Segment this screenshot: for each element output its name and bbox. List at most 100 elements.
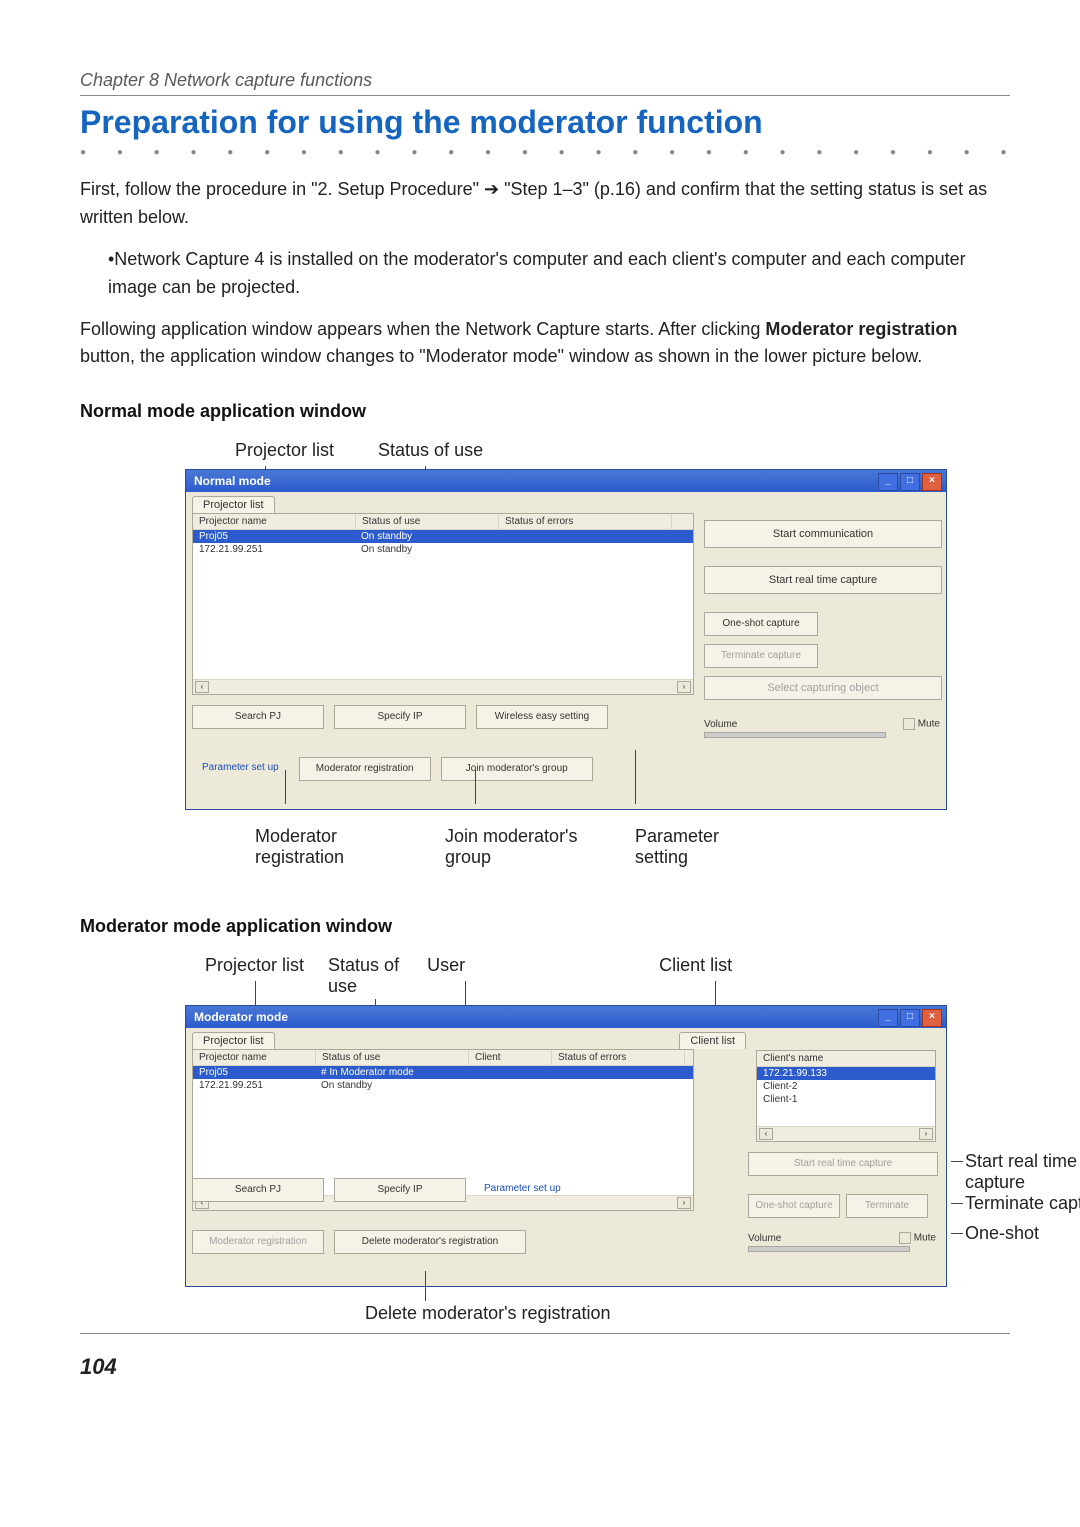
callout-start-real-time-capture: Start real time capture [965,1151,1077,1193]
col-status-of-errors[interactable]: Status of errors [499,514,672,529]
volume-label: Volume [704,719,737,730]
close-icon[interactable]: × [922,473,942,491]
callout-client-list: Client list [659,955,732,997]
col-projector-name[interactable]: Projector name [193,1050,316,1065]
list-item[interactable]: Client-1 [757,1093,935,1106]
paragraph-2-bold: Moderator registration [765,319,957,339]
scroll-right-icon[interactable]: › [919,1128,933,1140]
list-item[interactable]: 172.21.99.133 [757,1067,935,1080]
tab-client-list[interactable]: Client list [679,1032,746,1049]
callout-projector-list: Projector list [235,440,334,461]
cell-name: Proj05 [193,1066,315,1079]
cell-status: On standby [355,530,497,543]
client-list-pane: Client's name 172.21.99.133 Client-2 Cli… [756,1050,936,1142]
volume-slider[interactable] [704,732,886,738]
cell-status: On standby [355,543,497,556]
one-shot-capture-button[interactable]: One-shot capture [704,612,818,636]
volume-slider[interactable] [748,1246,910,1252]
mute-label: Mute [914,1233,936,1244]
search-pj-button[interactable]: Search PJ [192,1178,324,1202]
callout-status-of-use: Status of use [378,440,483,461]
col-projector-name[interactable]: Projector name [193,514,356,529]
start-real-time-capture-button[interactable]: Start real time capture [748,1152,938,1176]
cell-status: On standby [315,1079,507,1092]
projector-table-header: Projector name Status of use Status of e… [193,514,693,530]
window-title: Moderator mode [194,1010,288,1024]
col-client[interactable]: Client [469,1050,552,1065]
tab-projector-list[interactable]: Projector list [192,1032,275,1049]
callout-parameter-setting: Parameter setting [635,826,719,868]
moderator-mode-window: Moderator mode _ □ × Projector list Proj… [185,1005,947,1287]
paragraph-2: Following application window appears whe… [80,316,1010,372]
mute-checkbox[interactable] [903,718,915,730]
mute-label: Mute [918,719,940,730]
wireless-easy-setting-button[interactable]: Wireless easy setting [476,705,608,729]
table-row[interactable]: Proj05 On standby [193,530,693,543]
callout-delete-moderator-registration: Delete moderator's registration [365,1303,611,1324]
window-title: Normal mode [194,474,271,488]
page-number: 104 [80,1354,1010,1380]
maximize-icon[interactable]: □ [900,1009,920,1027]
callout-one-shot: One-shot [965,1223,1039,1244]
terminate-button[interactable]: Terminate [846,1194,928,1218]
rule-top [80,95,1010,96]
window-titlebar[interactable]: Normal mode _ □ × [186,470,946,492]
table-row[interactable]: Proj05 # In Moderator mode [193,1066,693,1079]
close-icon[interactable]: × [922,1009,942,1027]
col-status-of-use[interactable]: Status of use [356,514,499,529]
chapter-title: Chapter 8 Network capture functions [80,70,1010,91]
minimize-icon[interactable]: _ [878,1009,898,1027]
moderator-window-figure: Projector list Status of use User Client… [135,955,955,1323]
moderator-registration-button: Moderator registration [192,1230,324,1254]
start-real-time-capture-button[interactable]: Start real time capture [704,566,942,594]
window-titlebar[interactable]: Moderator mode _ □ × [186,1006,946,1028]
scroll-left-icon[interactable]: ‹ [759,1128,773,1140]
subhead-normal: Normal mode application window [80,401,1010,422]
minimize-icon[interactable]: _ [878,473,898,491]
table-row[interactable]: 172.21.99.251 On standby [193,1079,693,1092]
search-pj-button[interactable]: Search PJ [192,705,324,729]
moderator-registration-button[interactable]: Moderator registration [299,757,431,781]
cell-status: # In Moderator mode [315,1066,507,1079]
select-capturing-object-button[interactable]: Select capturing object [704,676,942,700]
cell-name: Proj05 [193,530,355,543]
parameter-set-up-link[interactable]: Parameter set up [192,757,289,779]
normal-window-figure: Projector list Status of use Normal mode… [135,440,955,876]
callout-moderator-registration: Moderator registration [255,826,344,868]
callout-status-of-use: Status of use [328,955,399,997]
scroll-right-icon[interactable]: › [677,681,691,693]
col-status-of-use[interactable]: Status of use [316,1050,469,1065]
scroll-left-icon[interactable]: ‹ [195,681,209,693]
join-moderator-group-button[interactable]: Join moderator's group [441,757,593,781]
specify-ip-button[interactable]: Specify IP [334,1178,466,1202]
cell-name: 172.21.99.251 [193,543,355,556]
one-shot-capture-button[interactable]: One-shot capture [748,1194,840,1218]
leader-line [285,770,286,804]
cell-name: 172.21.99.251 [193,1079,315,1092]
table-row[interactable]: 172.21.99.251 On standby [193,543,693,556]
decorative-dots: ● ● ● ● ● ● ● ● ● ● ● ● ● ● ● ● ● ● ● ● … [80,147,1010,158]
parameter-set-up-link[interactable]: Parameter set up [476,1178,569,1200]
callout-join-moderator-group: Join moderator's group [445,826,578,868]
callout-user: User [427,955,465,997]
mute-checkbox[interactable] [899,1232,911,1244]
volume-label: Volume [748,1233,781,1244]
paragraph-2b: button, the application window changes t… [80,346,922,366]
list-item[interactable]: Client-2 [757,1080,935,1093]
paragraph-1: First, follow the procedure in "2. Setup… [80,176,1010,232]
delete-moderator-registration-button[interactable]: Delete moderator's registration [334,1230,526,1254]
col-client-name[interactable]: Client's name [757,1051,935,1067]
col-status-of-errors[interactable]: Status of errors [552,1050,685,1065]
tab-projector-list[interactable]: Projector list [192,496,275,513]
terminate-capture-button[interactable]: Terminate capture [704,644,818,668]
start-communication-button[interactable]: Start communication [704,520,942,548]
leader-line [475,770,476,804]
rule-bottom [80,1333,1010,1334]
page-title: Preparation for using the moderator func… [80,104,1010,141]
specify-ip-button[interactable]: Specify IP [334,705,466,729]
paragraph-1-bullet: •Network Capture 4 is installed on the m… [80,246,1010,302]
normal-mode-window: Normal mode _ □ × Projector list Project… [185,469,947,810]
maximize-icon[interactable]: □ [900,473,920,491]
callout-terminate-capture: Terminate capture [965,1193,1080,1214]
paragraph-2a: Following application window appears whe… [80,319,765,339]
